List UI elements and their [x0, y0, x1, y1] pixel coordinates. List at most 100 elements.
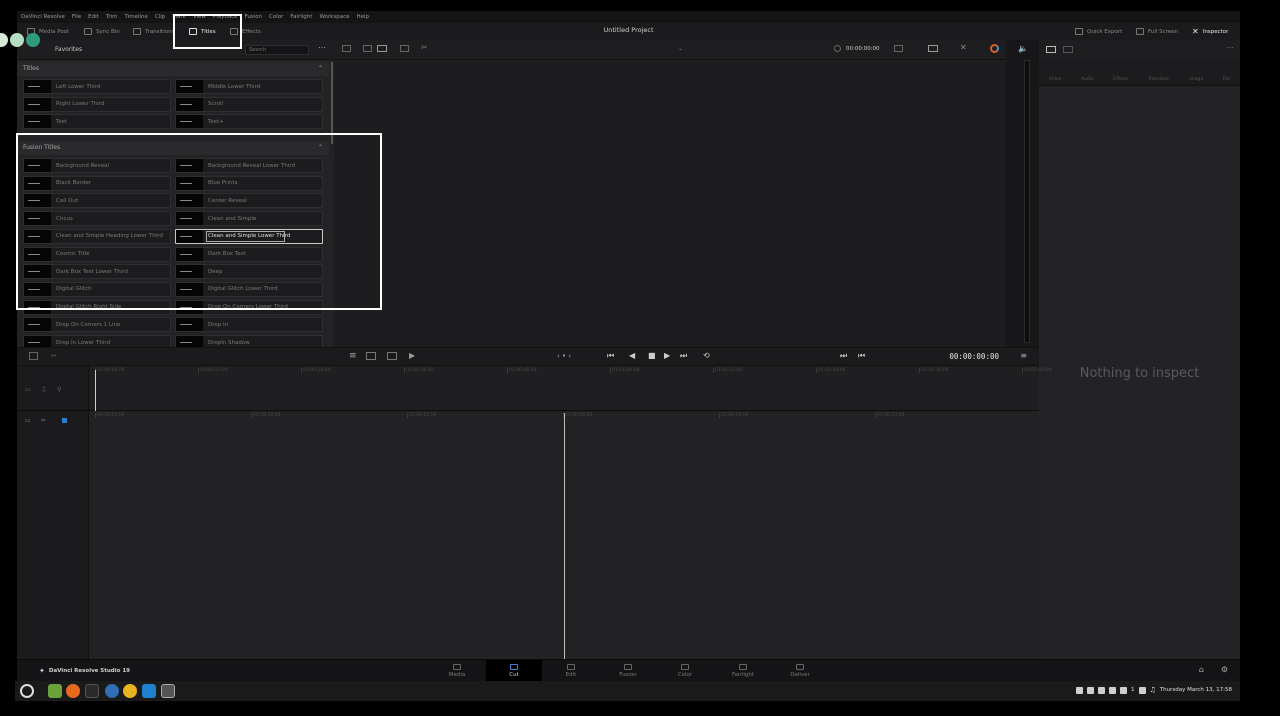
maximize-dot[interactable] [26, 33, 40, 47]
jog-control[interactable]: ‹ • › [557, 352, 571, 360]
audio-track-icon[interactable]: ♫ [41, 386, 46, 393]
title-item-text[interactable]: Text+ [175, 114, 323, 130]
play-reverse-icon[interactable]: ◀ [629, 351, 635, 360]
upper-timeline[interactable]: ▭ ♫ ⚲ 01:00:00:00 01:00:12:00 01:00:24:00 0… [17, 366, 1051, 411]
fusion-title-item-drop-on-corners-1-line[interactable]: Drop On Corners 1 Line [23, 317, 171, 333]
smart-insert-icon[interactable]: ≡ [349, 351, 357, 361]
menu-file[interactable]: File [72, 14, 81, 20]
vscode-icon[interactable] [142, 684, 156, 698]
output-icon[interactable] [928, 45, 938, 52]
go-to-start-icon[interactable]: ⏮ [607, 351, 614, 361]
start-menu-icon[interactable] [20, 684, 34, 698]
loop-icon[interactable]: ⟲ [703, 351, 710, 360]
tab-video[interactable]: Video [1049, 77, 1062, 82]
wordpress-icon[interactable] [105, 684, 119, 698]
place-on-top-icon[interactable]: ▶ [409, 351, 415, 360]
clipboard-icon[interactable] [1098, 686, 1106, 694]
go-to-end-icon[interactable]: ⏭ [680, 351, 687, 361]
title-item-text[interactable]: Text [23, 114, 171, 130]
title-item-scroll[interactable]: Scroll [175, 96, 323, 112]
razor-icon[interactable]: ✂ [51, 352, 57, 360]
page-tab-deliver[interactable]: Deliver [772, 660, 828, 681]
tab-file[interactable]: File [1223, 77, 1231, 82]
volume-icon[interactable]: 🔈 [1018, 44, 1028, 53]
terminal-icon[interactable] [85, 684, 99, 698]
stop-icon[interactable]: ■ [648, 351, 656, 360]
title-item-right-lower-third[interactable]: Right Lower Third [23, 96, 171, 112]
clock[interactable]: Thursday March 13, 17:58 [1160, 687, 1232, 693]
previous-edit-icon[interactable]: ⏮ [858, 351, 865, 361]
next-edit-icon[interactable]: ⏭ [840, 351, 847, 361]
menu-timeline[interactable]: Timeline [125, 14, 148, 20]
lower-timeline[interactable]: ▭ ✂ 00:59:54:00 00:59:58:00 01:00:02:00 01:… [17, 411, 1039, 659]
image-icon[interactable] [1046, 46, 1056, 53]
page-tab-fairlight[interactable]: Fairlight [715, 660, 771, 681]
shield-icon[interactable] [1109, 686, 1117, 694]
browser-scrollbar[interactable] [331, 62, 333, 144]
network-icon[interactable] [1076, 686, 1084, 694]
timeline-options-icon[interactable] [29, 352, 38, 360]
grid-icon[interactable] [400, 45, 409, 52]
chrome-icon[interactable] [123, 684, 137, 698]
tab-image[interactable]: Image [1189, 77, 1203, 82]
title-item-left-lower-third[interactable]: Left Lower Third [23, 79, 171, 94]
lower-playhead[interactable] [564, 413, 565, 659]
firefox-icon[interactable] [66, 684, 80, 698]
page-tab-media[interactable]: Media [429, 660, 485, 681]
menu-edit[interactable]: Edit [88, 14, 99, 20]
close-dot[interactable] [0, 33, 8, 47]
video-track-icon[interactable]: ▭ [25, 417, 31, 424]
music-icon[interactable]: ♫ [1150, 686, 1156, 694]
menu-fairlight[interactable]: Fairlight [290, 14, 312, 20]
search-input[interactable] [245, 45, 309, 55]
append-icon[interactable] [366, 352, 376, 360]
source-icon[interactable] [363, 45, 372, 52]
ripple-icon[interactable] [387, 352, 397, 360]
razor-icon[interactable]: ✂ [41, 417, 46, 424]
keyboard-layout-icon[interactable] [1087, 686, 1095, 694]
fusion-title-item-drop-in[interactable]: Drop In [175, 317, 323, 333]
inspector-button[interactable]: ✕ Inspector [1192, 26, 1228, 37]
lan-icon[interactable] [1138, 686, 1146, 694]
davinci-resolve-icon[interactable] [161, 684, 175, 698]
files-icon[interactable] [48, 684, 62, 698]
color-wheel-icon[interactable] [990, 44, 999, 53]
menu-color[interactable]: Color [269, 14, 283, 20]
page-tab-edit[interactable]: Edit [543, 660, 599, 681]
split-icon[interactable] [1063, 46, 1073, 53]
full-screen-button[interactable]: Full Screen [1136, 26, 1178, 37]
page-tab-cut[interactable]: Cut [486, 660, 542, 681]
home-icon[interactable]: ⌂ [1199, 665, 1204, 674]
link-icon[interactable]: ⚲ [57, 386, 61, 393]
keyboard-icon[interactable] [377, 45, 387, 52]
menu-trim[interactable]: Trim [106, 14, 118, 20]
tab-audio[interactable]: Audio [1081, 77, 1094, 82]
menu-icon[interactable]: ≡ [1020, 351, 1027, 360]
transform-icon[interactable]: ✕ [960, 43, 967, 52]
menu-clip[interactable]: Clip [155, 14, 165, 20]
chevron-down-icon[interactable]: ⌄ [678, 45, 683, 52]
more-options-icon[interactable]: ⋯ [318, 43, 326, 52]
favorites-label[interactable]: Favorites [55, 46, 82, 53]
page-tab-fusion[interactable]: Fusion [600, 660, 656, 681]
menu-workspace[interactable]: Workspace [319, 14, 349, 20]
menu-help[interactable]: Help [357, 14, 370, 20]
menu-fusion[interactable]: Fusion [244, 14, 262, 20]
titles-section-header[interactable]: Titles ⌃ [17, 62, 329, 76]
settings-icon[interactable]: ⚙ [1221, 665, 1228, 674]
page-tab-color[interactable]: Color [657, 660, 713, 681]
quick-export-button[interactable]: Quick Export [1075, 26, 1122, 37]
play-icon[interactable]: ▶ [664, 351, 670, 360]
menu-davinci[interactable]: DaVinci Resolve [21, 14, 65, 20]
title-item-middle-lower-third[interactable]: Middle Lower Third [175, 79, 323, 94]
track-icon[interactable]: ▭ [25, 386, 31, 393]
display-icon[interactable] [894, 45, 903, 52]
bluetooth-icon[interactable] [1120, 686, 1128, 694]
scissors-icon[interactable]: ✂ [421, 43, 428, 52]
tab-transition[interactable]: Transition [1148, 77, 1170, 82]
more-options-icon[interactable]: ⋯ [1226, 43, 1234, 52]
playhead[interactable] [95, 370, 96, 411]
tab-effects[interactable]: Effects [1113, 77, 1128, 82]
layout-icon[interactable] [342, 45, 351, 52]
minimize-dot[interactable] [10, 33, 24, 47]
